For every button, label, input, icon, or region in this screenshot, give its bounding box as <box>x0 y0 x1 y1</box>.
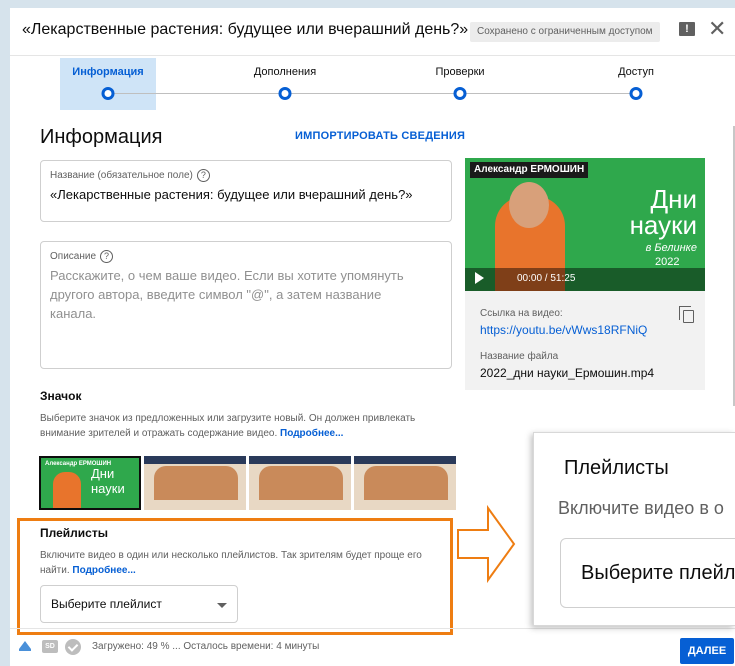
title-field[interactable]: Название (обязательное поле)? «Лекарстве… <box>40 160 452 222</box>
step-checks-label[interactable]: Проверки <box>435 66 484 78</box>
player-controls <box>465 268 705 291</box>
step-visibility-label[interactable]: Доступ <box>618 66 654 78</box>
zoom-playlist-select: Выберите плейл <box>560 538 735 608</box>
thumbnail-option[interactable] <box>144 456 246 510</box>
file-name-label: Название файла <box>480 351 559 362</box>
step-connector <box>290 93 456 94</box>
thumb-speaker-name: Александр ЕРМОШИН <box>470 162 589 178</box>
playlists-zoom-callout: Плейлисты Включите видео в о Выберите пл… <box>533 432 735 626</box>
video-link-label: Ссылка на видео: <box>480 308 563 319</box>
help-icon[interactable]: ? <box>100 250 114 263</box>
import-details-link[interactable]: ИМПОРТИРОВАТЬ СВЕДЕНИЯ <box>295 130 465 142</box>
thumbnail-option[interactable]: Александр ЕРМОШИН Дни науки <box>39 456 141 510</box>
step-visibility-dot[interactable] <box>629 87 643 100</box>
visibility-badge: Сохранено с ограниченным доступом <box>470 22 660 42</box>
video-link[interactable]: https://youtu.be/vWws18RFNiQ <box>480 323 647 337</box>
step-extras-dot[interactable] <box>278 87 292 100</box>
thumb-title: Дни науки <box>629 184 697 240</box>
description-field-label: Описание <box>50 251 97 263</box>
close-icon[interactable]: ✕ <box>708 18 726 40</box>
thumbnail-description: Выберите значок из предложенных или загр… <box>40 413 416 439</box>
check-icon <box>65 639 81 655</box>
zoom-playlist-select-value: Выберите плейл <box>581 562 735 584</box>
step-connector <box>466 93 632 94</box>
playlists-more-link[interactable]: Подробнее... <box>72 565 135 576</box>
video-title: «Лекарственные растения: будущее или вче… <box>22 21 469 38</box>
sd-quality-icon: SD <box>42 640 58 653</box>
description-field[interactable]: Описание? Расскажите, о чем ваше видео. … <box>40 241 452 369</box>
upload-stepper: Информация Дополнения Проверки Доступ <box>10 58 735 118</box>
upload-status: Загружено: 49 % ... Осталось времени: 4 … <box>92 641 320 652</box>
playlist-select-value: Выберите плейлист <box>51 597 162 611</box>
thumbnail-more-link[interactable]: Подробнее... <box>280 428 343 439</box>
feedback-icon[interactable] <box>679 22 695 36</box>
thumb-subtitle: в Белинке <box>645 242 697 254</box>
title-field-label: Название (обязательное поле) <box>50 170 193 182</box>
video-player[interactable]: Александр ЕРМОШИН Дни науки в Белинке 20… <box>465 158 705 291</box>
section-heading: Информация <box>40 126 163 148</box>
zoom-playlists-heading: Плейлисты <box>564 457 669 479</box>
copy-icon[interactable] <box>679 306 694 323</box>
step-checks-dot[interactable] <box>453 87 467 100</box>
chevron-down-icon <box>217 603 227 608</box>
title-input[interactable]: «Лекарственные растения: будущее или вче… <box>50 187 413 202</box>
speaker-head <box>509 182 549 228</box>
step-info-label[interactable]: Информация <box>72 66 143 78</box>
playlist-select[interactable]: Выберите плейлист <box>40 585 238 623</box>
playlists-description: Включите видео в один или несколько плей… <box>40 550 422 576</box>
thumbnail-option[interactable] <box>249 456 351 510</box>
zoom-playlists-text: Включите видео в о <box>558 498 724 518</box>
thumbnail-option[interactable] <box>354 456 456 510</box>
next-button[interactable]: ДАЛЕЕ <box>680 638 734 664</box>
file-name: 2022_дни науки_Ермошин.mp4 <box>480 366 655 380</box>
step-extras-label[interactable]: Дополнения <box>254 66 316 78</box>
step-connector <box>114 93 280 94</box>
help-icon[interactable]: ? <box>196 169 210 182</box>
highlight-arrow-icon <box>457 504 516 584</box>
dialog-header: «Лекарственные растения: будущее или вче… <box>10 8 735 56</box>
player-time: 00:00 / 51:25 <box>517 273 576 284</box>
description-input[interactable]: Расскажите, о чем ваше видео. Если вы хо… <box>50 266 405 323</box>
upload-icon <box>19 641 31 651</box>
dialog-footer: SD Загружено: 49 % ... Осталось времени:… <box>10 628 735 666</box>
thumbnail-heading: Значок <box>40 389 82 403</box>
playlists-heading: Плейлисты <box>40 526 108 540</box>
thumb-year: 2022 <box>655 256 680 268</box>
step-info-dot[interactable] <box>101 87 115 100</box>
play-icon[interactable] <box>475 272 484 284</box>
video-preview-card: Александр ЕРМОШИН Дни науки в Белинке 20… <box>465 158 705 390</box>
